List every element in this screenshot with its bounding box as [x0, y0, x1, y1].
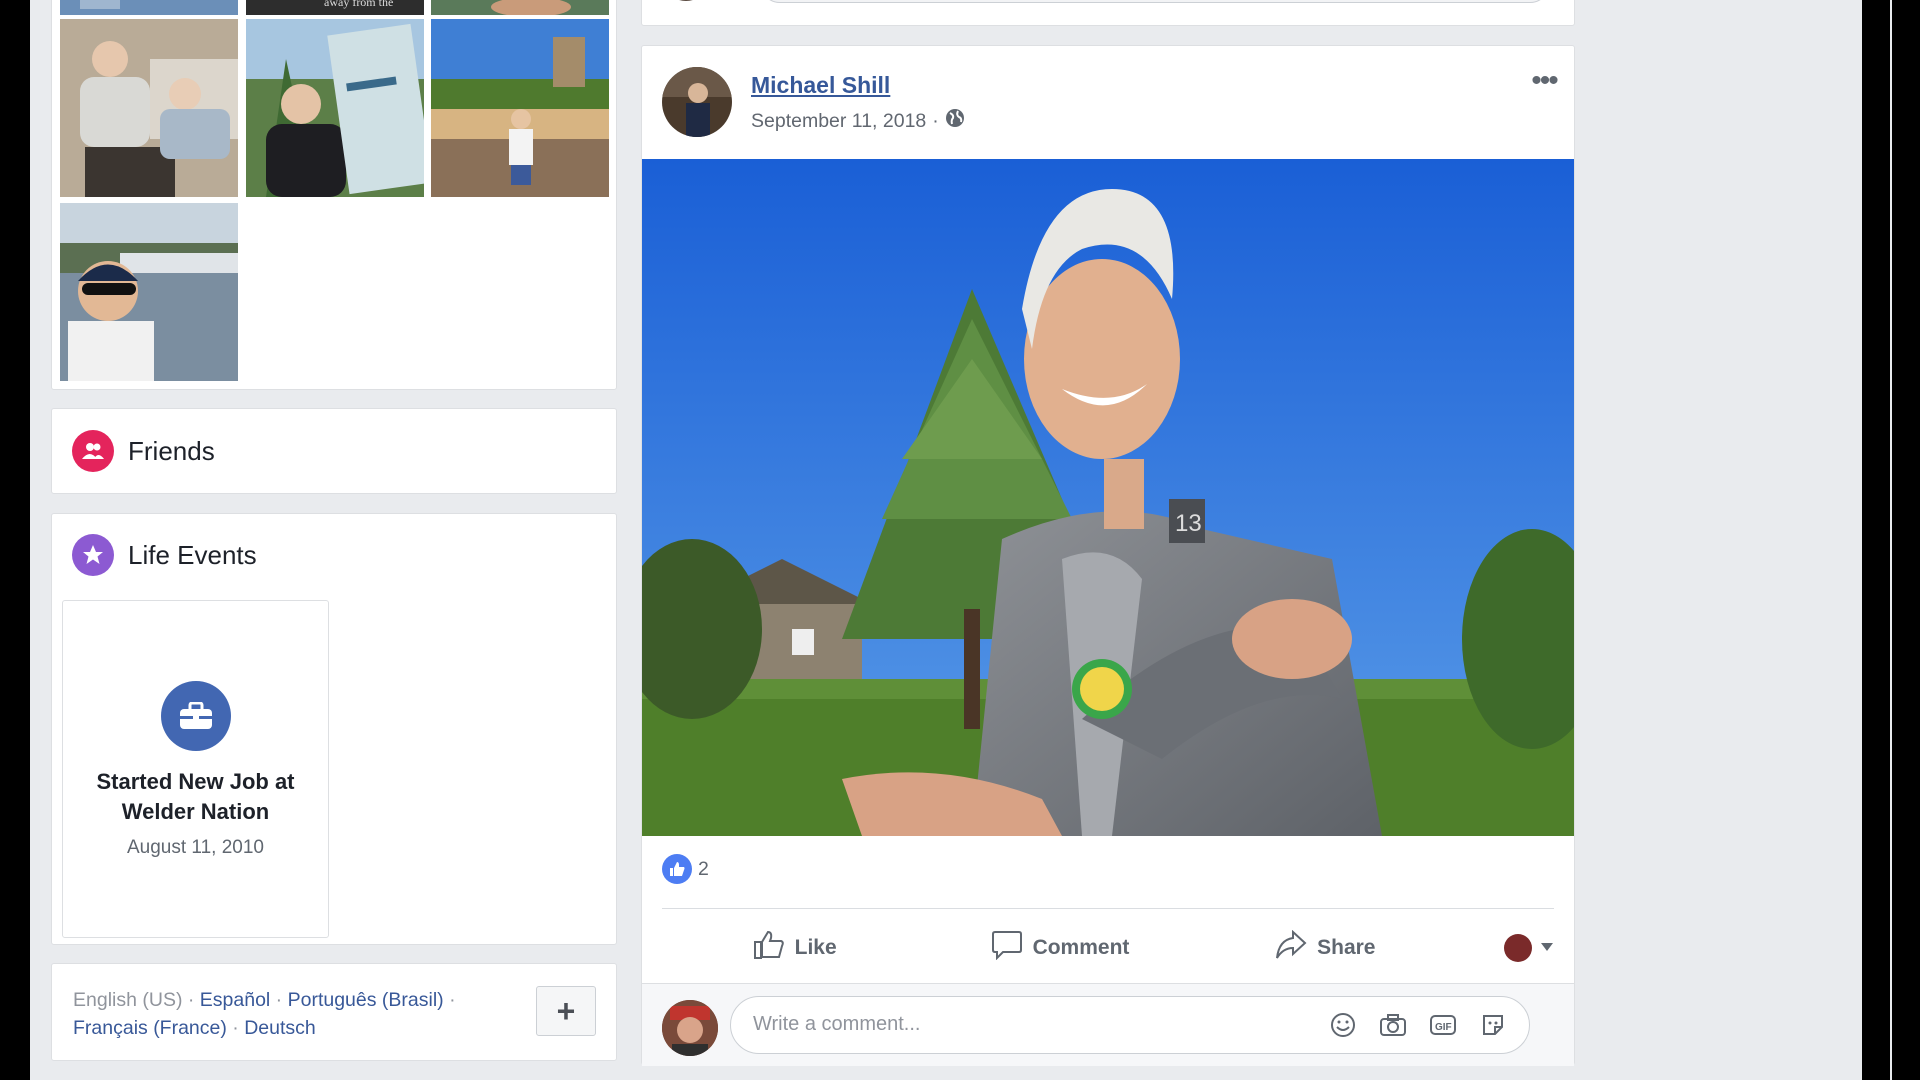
post-card: Michael Shill September 11, 2018 · ••• 1…	[641, 45, 1575, 1066]
comment-tools: GIF	[1329, 1011, 1507, 1039]
share-label: Share	[1317, 936, 1376, 959]
friends-card[interactable]: Friends	[51, 408, 617, 494]
post-author-link[interactable]: Michael Shill	[751, 72, 890, 99]
photo-thumb[interactable]	[431, 19, 609, 197]
thumb-caption: away from the	[324, 0, 394, 9]
sticker-icon[interactable]	[1479, 1011, 1507, 1039]
life-events-header[interactable]: Life Events	[72, 534, 257, 576]
like-label: Like	[794, 936, 837, 959]
thumbs-up-icon	[662, 854, 692, 884]
life-event-title: Started New Job at Welder Nation	[96, 769, 295, 824]
language-link[interactable]: Deutsch	[244, 1017, 316, 1039]
friends-icon	[72, 430, 114, 472]
thumbs-up-icon	[753, 930, 785, 966]
add-language-button[interactable]: +	[536, 986, 596, 1036]
reaction-summary[interactable]: 2	[662, 854, 709, 884]
avatar[interactable]	[662, 1000, 718, 1056]
star-icon	[72, 534, 114, 576]
caret-down-icon	[1540, 939, 1554, 957]
language-current: English (US)	[73, 989, 183, 1011]
gif-icon[interactable]: GIF	[1429, 1011, 1457, 1039]
page-viewport: away from the Friends Life Events Starte…	[30, 0, 1892, 1080]
post-meta: September 11, 2018 ·	[751, 108, 965, 134]
svg-text:13: 13	[1175, 510, 1202, 537]
post-photo[interactable]: 13	[642, 159, 1574, 836]
post-date[interactable]: September 11, 2018	[751, 110, 926, 133]
comment-input[interactable]: Write a comment... GIF	[730, 996, 1530, 1054]
comment-icon	[991, 930, 1023, 966]
photo-thumb[interactable]	[60, 19, 238, 197]
briefcase-icon	[161, 681, 231, 751]
comment-composer: Write a comment... GIF	[642, 983, 1574, 1066]
avatar[interactable]	[662, 0, 710, 1]
author-avatar[interactable]	[662, 67, 732, 137]
avatar	[1503, 934, 1532, 962]
language-link[interactable]: Français (France)	[73, 1017, 227, 1039]
language-link[interactable]: Español	[200, 989, 270, 1011]
divider	[662, 908, 1554, 909]
life-events-title[interactable]: Life Events	[128, 540, 257, 571]
like-button[interactable]: Like	[662, 930, 927, 966]
svg-text:GIF: GIF	[1435, 1022, 1452, 1033]
window-edge	[1862, 0, 1890, 1080]
friends-title[interactable]: Friends	[128, 436, 215, 467]
previous-post-footer	[641, 0, 1575, 26]
photo-thumb[interactable]	[246, 19, 424, 197]
share-icon	[1275, 929, 1307, 966]
photo-thumb[interactable]	[60, 203, 238, 381]
share-button[interactable]: Share	[1193, 929, 1458, 966]
life-event-tile[interactable]: Started New Job at Welder Nation August …	[62, 600, 329, 938]
comment-placeholder: Write a comment...	[753, 1013, 921, 1035]
language-list: English (US) · Español · Português (Bras…	[73, 989, 456, 1039]
comment-as-selector[interactable]	[1458, 934, 1554, 962]
camera-icon[interactable]	[1379, 1011, 1407, 1039]
life-event-date: August 11, 2010	[127, 837, 264, 858]
post-actions: Like Comment Share	[662, 918, 1554, 978]
photos-card: away from the	[51, 0, 617, 390]
comment-input[interactable]	[760, 0, 1550, 3]
globe-icon[interactable]	[945, 108, 965, 134]
reaction-count[interactable]: 2	[698, 858, 709, 881]
smiley-icon[interactable]	[1329, 1011, 1357, 1039]
more-dots-icon[interactable]: •••	[1524, 64, 1564, 97]
friends-header[interactable]: Friends	[72, 430, 215, 472]
comment-label: Comment	[1032, 936, 1130, 959]
photo-thumb[interactable]	[431, 0, 609, 15]
life-events-card: Life Events Started New Job at Welder Na…	[51, 513, 617, 945]
photo-thumb[interactable]	[60, 0, 238, 15]
language-card: English (US) · Español · Português (Bras…	[51, 963, 617, 1061]
comment-button[interactable]: Comment	[927, 930, 1192, 966]
photo-thumb[interactable]: away from the	[246, 0, 424, 15]
language-link[interactable]: Português (Brasil)	[288, 989, 444, 1011]
